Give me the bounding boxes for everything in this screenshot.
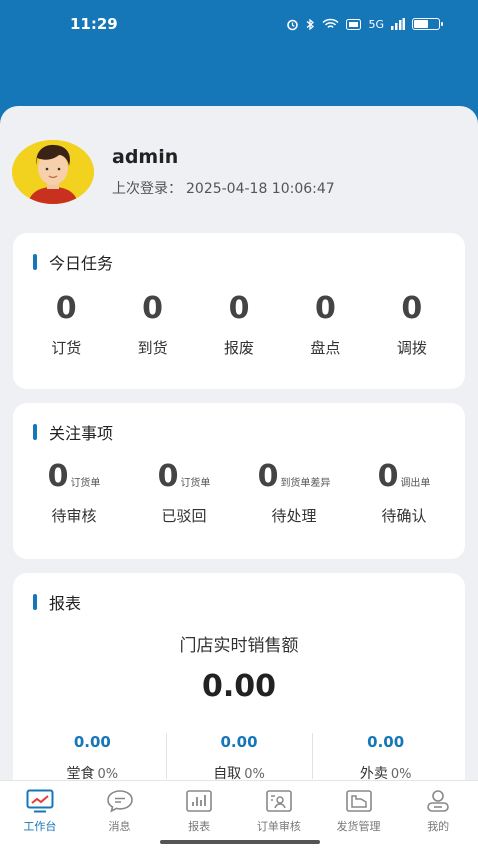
profile-icon: [427, 790, 449, 812]
last-login-label: 上次登录：: [112, 181, 182, 197]
status-icons: 5G: [286, 17, 443, 31]
report-total: 0.00: [201, 669, 277, 704]
attention-rejected[interactable]: 0 订货单已驳回: [129, 459, 239, 526]
attention-pending-review[interactable]: 0 订货单待审核: [19, 459, 129, 526]
task-stocktake[interactable]: 0 盘点: [282, 291, 368, 358]
attention-list: 0 订货单 待审核 0 订货单 已驳回 0 到货单差异 待处理 0 调出单 待确认: [19, 459, 459, 526]
tab-label: 发货管理: [336, 820, 381, 833]
report-delivery[interactable]: 0.00 外卖 0%: [312, 733, 459, 783]
main-sheet: admin 上次登录： 2025-04-18 10:06:47 今日任务 0 订货 …: [0, 106, 478, 850]
last-login: 上次登录： 2025-04-18 10:06:47: [112, 178, 335, 198]
task-order[interactable]: 0 订货: [23, 291, 109, 358]
report-icon: [186, 790, 212, 812]
home-indicator: [160, 840, 320, 844]
hd-icon: [346, 18, 362, 30]
shipping-icon: [345, 790, 372, 812]
wifi-icon: [322, 18, 339, 29]
attention-unit: 调出单: [400, 478, 431, 489]
attention-label: 已驳回: [161, 507, 207, 525]
tab-label: 我的: [427, 820, 450, 833]
attention-title-text: 关注事项: [49, 424, 114, 443]
status-bar: 11:29 5G: [0, 0, 478, 48]
task-transfer[interactable]: 0 调拨: [369, 291, 455, 358]
attention-pending-confirm[interactable]: 0 调出单待确认: [349, 459, 459, 526]
report-pickup[interactable]: 0.00 自取 0%: [165, 733, 313, 783]
tab-label: 订单审核: [256, 820, 301, 833]
tab-shipping[interactable]: 发货管理: [319, 781, 399, 850]
bluetooth-icon: [307, 18, 315, 30]
attention-count: 0: [157, 459, 179, 494]
task-arrival[interactable]: 0 到货: [109, 291, 195, 358]
task-count: 0: [314, 291, 336, 326]
task-label: 到货: [137, 339, 168, 357]
task-label: 订货: [51, 339, 82, 357]
today-tasks-title: 今日任务: [33, 250, 113, 274]
task-count: 0: [228, 291, 250, 326]
order-review-icon: [266, 790, 292, 812]
today-tasks-card: 今日任务 0 订货 0 到货 0 报废 0 盘点 0 调拨: [13, 233, 465, 389]
tab-label: 工作台: [23, 820, 57, 833]
report-card: 报表 门店实时销售额 0.00 0.00 堂食 0% 0.00 自取 0% 0.00 外卖…: [13, 573, 465, 803]
task-label: 调拨: [396, 339, 427, 357]
attention-unit: 订货单: [180, 478, 211, 489]
attention-count: 0: [377, 459, 399, 494]
tab-dashboard[interactable]: 工作台: [0, 781, 80, 850]
attention-pending-process[interactable]: 0 到货单差异待处理: [239, 459, 349, 526]
tab-label: 消息: [108, 820, 131, 833]
attention-unit: 到货单差异: [280, 478, 331, 489]
attention-label: 待确认: [381, 507, 427, 525]
report-breakdown: 0.00 堂食 0% 0.00 自取 0% 0.00 外卖 0%: [19, 733, 459, 783]
today-tasks-list: 0 订货 0 到货 0 报废 0 盘点 0 调拨: [23, 291, 455, 358]
attention-unit: 订货单: [70, 478, 101, 489]
task-count: 0: [401, 291, 423, 326]
report-title: 报表: [33, 590, 81, 614]
attention-card: 关注事项 0 订货单 待审核 0 订货单 已驳回 0 到货单差异 待处理 0 调出单 待确认: [13, 403, 465, 559]
title-accent-bar: [33, 424, 37, 440]
message-icon: [106, 790, 133, 813]
task-count: 0: [55, 291, 77, 326]
username: admin: [112, 146, 179, 168]
tab-profile[interactable]: 我的: [398, 781, 478, 850]
last-login-time: 2025-04-18 10:06:47: [186, 181, 335, 197]
tab-messages[interactable]: 消息: [80, 781, 160, 850]
report-title-text: 报表: [49, 594, 82, 613]
attention-count: 0: [47, 459, 69, 494]
task-scrap[interactable]: 0 报废: [196, 291, 282, 358]
today-tasks-title-text: 今日任务: [49, 254, 114, 273]
attention-count: 0: [257, 459, 279, 494]
report-dine-in[interactable]: 0.00 堂食 0%: [19, 733, 166, 783]
attention-title: 关注事项: [33, 420, 113, 444]
attention-label: 待处理: [271, 507, 317, 525]
profile-header: admin 上次登录： 2025-04-18 10:06:47: [12, 140, 466, 204]
dashboard-icon: [26, 789, 54, 813]
alarm-icon: [287, 19, 299, 30]
battery-icon: [412, 18, 443, 30]
avatar-illustration: [12, 140, 94, 204]
task-label: 报废: [224, 339, 255, 357]
title-accent-bar: [33, 254, 37, 270]
attention-label: 待审核: [51, 507, 97, 525]
avatar[interactable]: [12, 140, 94, 204]
task-label: 盘点: [310, 339, 341, 357]
tab-label: 报表: [188, 820, 211, 833]
profile-text: admin 上次登录： 2025-04-18 10:06:47: [112, 146, 335, 198]
battery-level: [414, 20, 428, 28]
signal-icon: [391, 18, 405, 30]
title-accent-bar: [33, 594, 37, 610]
report-value: 0.00: [73, 733, 111, 751]
report-value: 0.00: [367, 733, 405, 751]
status-time: 11:29: [70, 15, 118, 33]
task-count: 0: [142, 291, 164, 326]
report-value: 0.00: [220, 733, 258, 751]
signal-label: 5G: [368, 17, 384, 31]
report-subtitle: 门店实时销售额: [179, 636, 299, 656]
